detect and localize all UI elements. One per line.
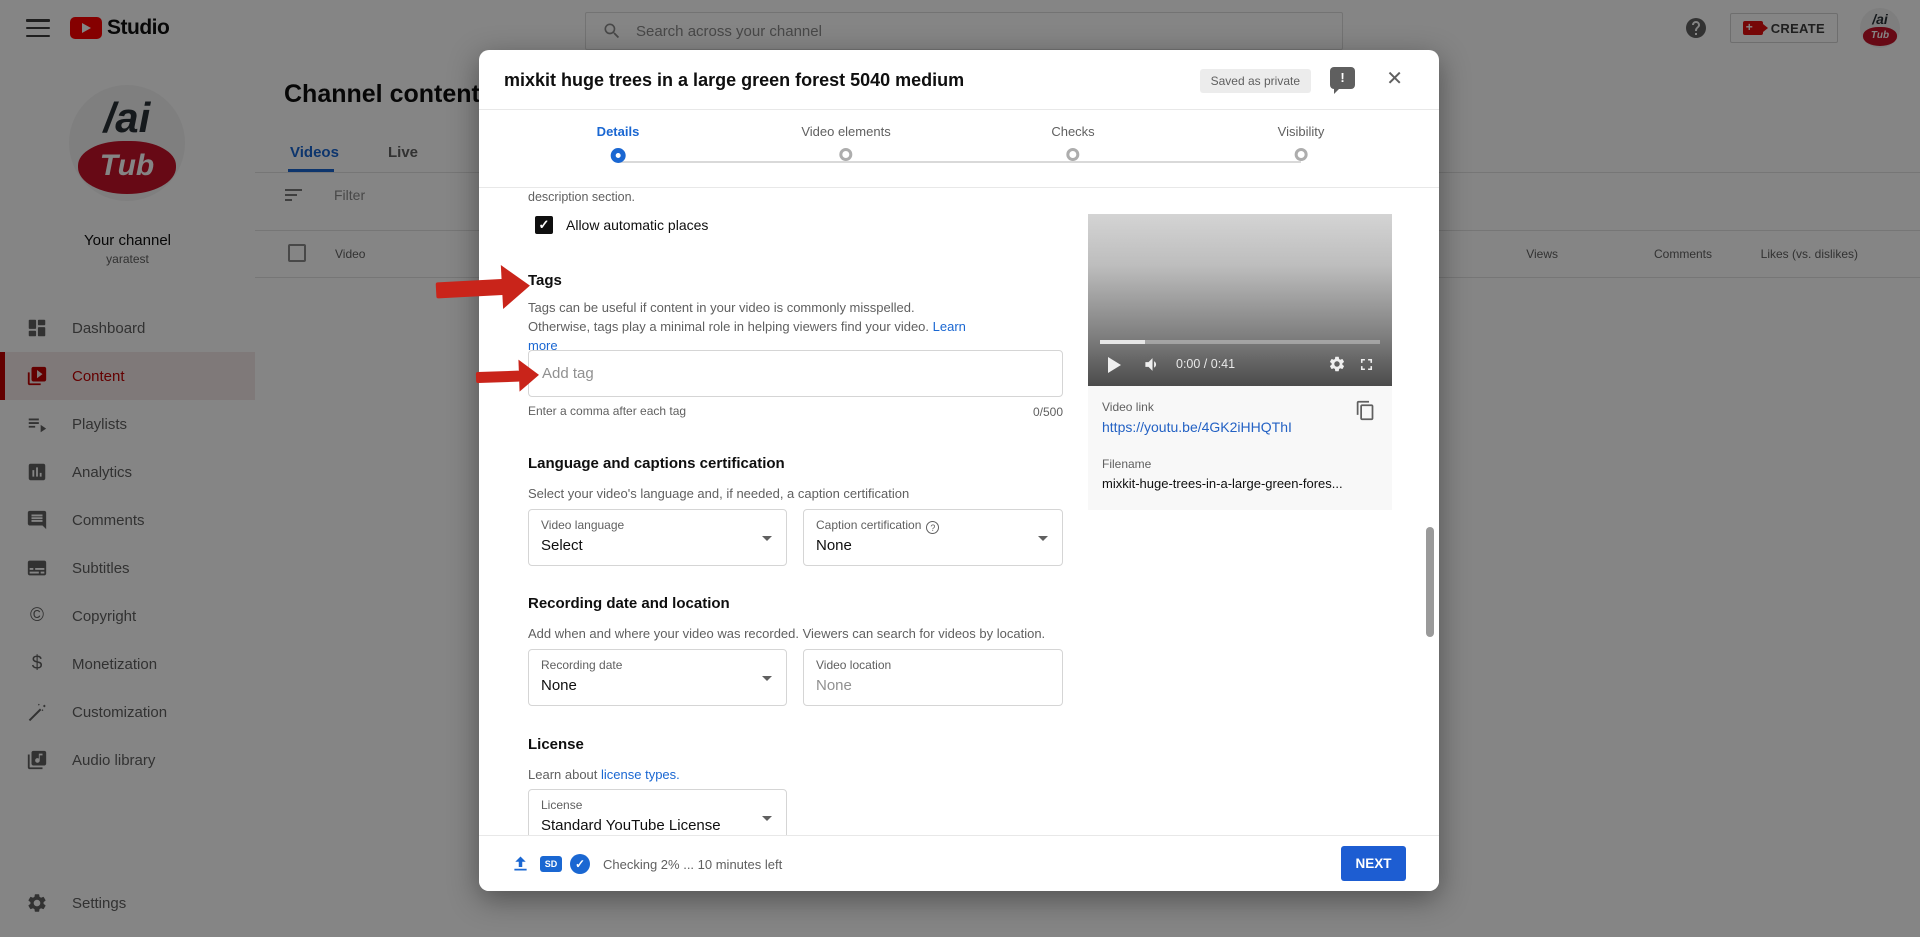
- video-link-label: Video link: [1102, 400, 1154, 414]
- allow-places-label: Allow automatic places: [566, 217, 708, 233]
- step-checks[interactable]: Checks: [1051, 124, 1094, 166]
- dialog-scrollbar-thumb[interactable]: [1426, 527, 1434, 637]
- help-tooltip-icon[interactable]: ?: [926, 521, 939, 534]
- fullscreen-icon[interactable]: [1357, 355, 1376, 379]
- language-section-heading: Language and captions certification: [528, 455, 785, 472]
- license-types-link[interactable]: license types.: [601, 767, 680, 782]
- video-details-dialog: mixkit huge trees in a large green fores…: [479, 50, 1439, 891]
- send-feedback-button[interactable]: !: [1330, 67, 1355, 89]
- recording-section-subtext: Add when and where your video was record…: [528, 624, 1045, 643]
- status-badge: Saved as private: [1200, 69, 1311, 93]
- license-dropdown[interactable]: License Standard YouTube License: [528, 789, 787, 835]
- step-video-elements[interactable]: Video elements: [801, 124, 890, 166]
- chevron-down-icon: [762, 676, 772, 681]
- player-progress-fill: [1100, 340, 1145, 344]
- video-info-panel: Video link https://youtu.be/4GK2iHHQThI …: [1088, 386, 1392, 510]
- dialog-title: mixkit huge trees in a large green fores…: [504, 70, 964, 91]
- dialog-stepper: Details Video elements Checks Visibility: [479, 110, 1439, 188]
- volume-icon[interactable]: [1143, 355, 1162, 379]
- video-player[interactable]: 0:00 / 0:41: [1088, 214, 1392, 386]
- copy-icon[interactable]: [1355, 400, 1376, 426]
- allow-automatic-places-row: ✓ Allow automatic places: [535, 216, 708, 234]
- license-section-subtext: Learn about license types.: [528, 765, 680, 784]
- add-tag-field: [528, 350, 1063, 397]
- annotation-arrow-tags: [435, 264, 532, 313]
- chevron-down-icon: [762, 816, 772, 821]
- sd-quality-badge: SD: [540, 856, 562, 872]
- description-cutoff-text: description section.: [528, 190, 635, 204]
- play-icon[interactable]: [1108, 357, 1121, 373]
- checks-done-icon: ✓: [570, 854, 590, 874]
- step-visibility[interactable]: Visibility: [1278, 124, 1325, 166]
- license-section-heading: License: [528, 736, 584, 753]
- tags-heading: Tags: [528, 272, 562, 289]
- dialog-body: description section. ✓ Allow automatic p…: [479, 188, 1439, 835]
- next-button[interactable]: NEXT: [1341, 846, 1406, 881]
- processing-status: Checking 2% ... 10 minutes left: [603, 857, 782, 872]
- add-tag-input[interactable]: [529, 351, 1062, 396]
- stepper-line: [618, 161, 1301, 163]
- recording-section-heading: Recording date and location: [528, 595, 730, 612]
- upload-status-icon: [510, 853, 531, 879]
- recording-date-dropdown[interactable]: Recording date None: [528, 649, 787, 706]
- step-details[interactable]: Details: [597, 124, 640, 168]
- tag-char-counter: 0/500: [528, 405, 1063, 419]
- language-section-subtext: Select your video's language and, if nee…: [528, 484, 909, 503]
- video-location-field[interactable]: Video location None: [803, 649, 1063, 706]
- dialog-header: mixkit huge trees in a large green fores…: [479, 50, 1439, 110]
- filename-label: Filename: [1102, 457, 1151, 471]
- caption-certification-dropdown[interactable]: Caption certification? None: [803, 509, 1063, 566]
- annotation-arrow-add-tag: [475, 359, 540, 393]
- player-progress-bar[interactable]: [1100, 340, 1380, 344]
- video-language-dropdown[interactable]: Video language Select: [528, 509, 787, 566]
- allow-places-checkbox[interactable]: ✓: [535, 216, 553, 234]
- player-settings-icon[interactable]: [1328, 355, 1346, 378]
- tags-description: Tags can be useful if content in your vi…: [528, 298, 966, 355]
- filename-value: mixkit-huge-trees-in-a-large-green-fores…: [1102, 476, 1343, 491]
- player-controls: 0:00 / 0:41: [1088, 352, 1392, 378]
- video-link[interactable]: https://youtu.be/4GK2iHHQThI: [1102, 419, 1292, 435]
- dialog-footer: SD ✓ Checking 2% ... 10 minutes left NEX…: [479, 835, 1439, 891]
- chevron-down-icon: [762, 536, 772, 541]
- youtube-studio-screen: Studio CREATE /ai Tub /ai Tub Your chann…: [0, 0, 1920, 937]
- close-icon[interactable]: ✕: [1386, 66, 1403, 91]
- chevron-down-icon: [1038, 536, 1048, 541]
- player-time: 0:00 / 0:41: [1176, 357, 1235, 371]
